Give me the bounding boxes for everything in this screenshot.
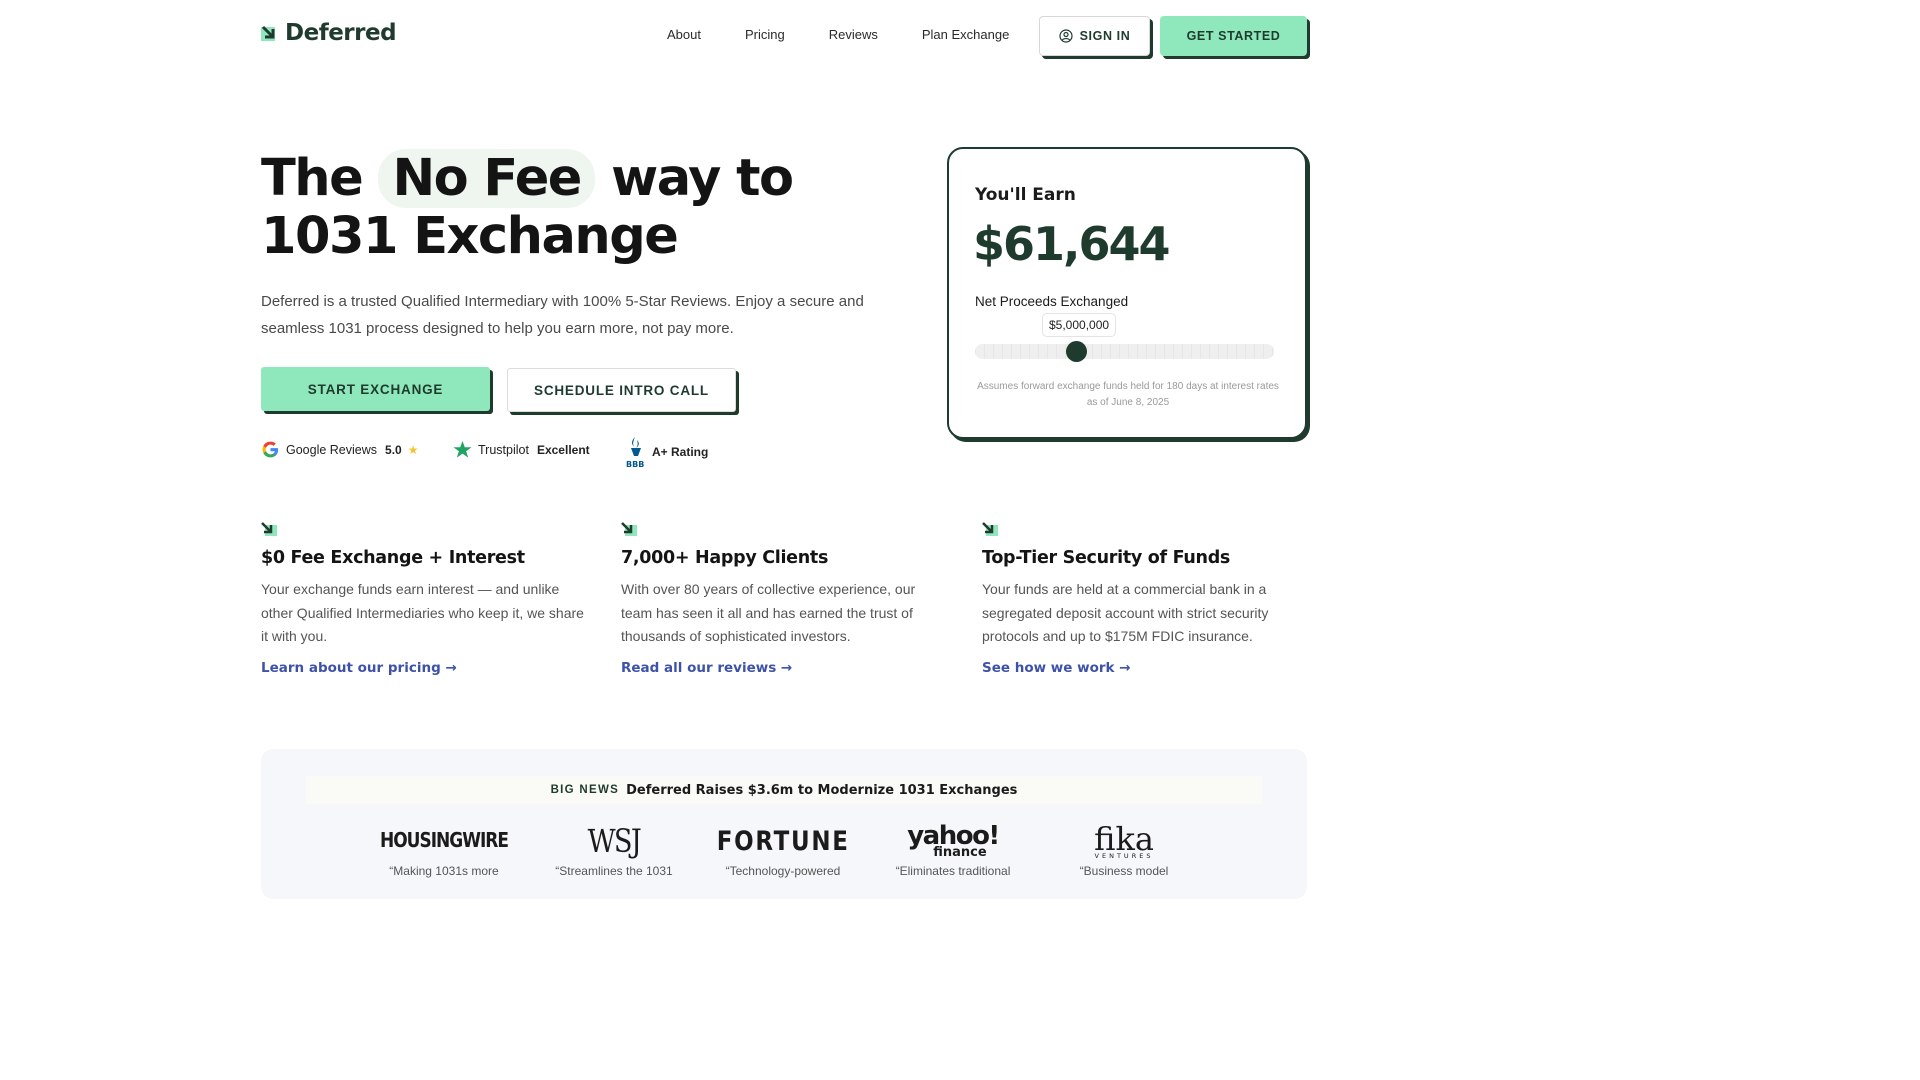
press-quote: “Business model [1079,864,1169,878]
svg-text:BBB: BBB [626,460,644,468]
hero-title-post: way to [611,149,794,208]
press-section: BIG NEWS Deferred Raises $3.6m to Modern… [261,749,1307,899]
google-score: 5.0 [385,442,402,457]
bbb-label: A+ Rating [652,445,709,459]
arrow-down-right-icon [982,522,998,536]
start-exchange-button[interactable]: START EXCHANGE [261,367,490,411]
sign-in-button[interactable]: SIGN IN [1039,16,1150,56]
calculator-disclaimer: Assumes forward exchange funds held for … [977,381,1279,408]
deferred-logo[interactable]: Deferred [261,20,397,46]
arrow-down-right-icon [261,522,277,536]
feature-text: Your exchange funds earn interest — and … [261,581,584,644]
reviews-link[interactable]: Read all our reviews → [621,660,792,676]
net-proceeds-label: Net Proceeds Exchanged [975,294,1129,309]
start-exchange-label: START EXCHANGE [307,381,444,397]
press-housingwire[interactable]: HOUSINGWIRE “Making 1031s more [369,821,519,878]
news-tag: BIG NEWS [550,784,620,796]
bbb-torch-icon: BBB [626,437,644,468]
hero-title-highlight: No Fee [378,149,595,208]
net-proceeds-slider[interactable] [975,341,1274,362]
news-banner[interactable]: BIG NEWS Deferred Raises $3.6m to Modern… [306,776,1262,804]
trustpilot-rating[interactable]: Trustpilot Excellent [453,440,590,459]
hero-title-line2: 1031 Exchange [261,207,679,266]
pricing-link[interactable]: Learn about our pricing → [261,660,457,676]
news-headline: Deferred Raises $3.6m to Modernize 1031 … [626,782,1018,798]
hero-description: Deferred is a trusted Qualified Intermed… [261,293,864,337]
hero-title: The No Fee way to 1031 Exchange [261,149,794,266]
user-circle-icon [1059,29,1073,43]
google-reviews-label: Google Reviews [286,442,378,457]
get-started-label: GET STARTED [1186,29,1281,43]
press-wsj[interactable]: WSJ “Streamlines the 1031 [539,821,689,878]
yahoo-finance-logo: yahoo! finance [907,821,1000,860]
google-icon [262,441,279,458]
feature-text: Your funds are held at a commercial bank… [982,581,1269,644]
nav-about-link[interactable]: About [667,27,701,42]
feature-text: With over 80 years of collective experie… [621,581,916,644]
trustpilot-star-icon [453,440,472,458]
sign-in-label: SIGN IN [1079,29,1131,43]
earnings-amount: $61,644 [973,217,1171,271]
google-rating[interactable]: Google Reviews 5.0 ★ [261,440,418,459]
bbb-rating[interactable]: BBB A+ Rating [626,436,708,468]
press-fortune[interactable]: FORTUNE “Technology-powered [708,821,858,879]
arrow-down-right-icon [621,522,637,536]
hero-title-line1: The No Fee way to [261,149,794,208]
press-fika-ventures[interactable]: fika VENTURES “Business model [1049,821,1199,878]
feature-fee: $0 Fee Exchange + Interest Your exchange… [261,522,591,649]
feature-clients: 7,000+ Happy Clients With over 80 years … [621,522,951,649]
feature-title: Top-Tier Security of Funds [982,548,1231,568]
nav-reviews-link[interactable]: Reviews [829,27,878,42]
wsj-logo: WSJ [587,822,642,860]
hero-title-pre: The [261,149,364,208]
logo-text: Deferred [285,20,397,46]
press-quote: “Streamlines the 1031 [555,864,673,878]
earnings-calculator-card: You'll Earn $61,644 Net Proceeds Exchang… [947,147,1307,439]
housingwire-logo: HOUSINGWIRE [379,829,509,853]
star-icon: ★ [407,442,419,457]
how-we-work-link[interactable]: See how we work → [982,660,1131,676]
schedule-intro-call-label: SCHEDULE INTRO CALL [534,382,709,398]
press-yahoo-finance[interactable]: yahoo! finance “Eliminates traditional [878,821,1028,878]
trustpilot-score: Excellent [536,442,590,457]
earnings-label: You'll Earn [975,185,1076,205]
schedule-intro-call-button[interactable]: SCHEDULE INTRO CALL [507,368,736,412]
slider-value-tooltip: $5,000,000 [1042,313,1117,337]
fika-ventures-logo: fika VENTURES [1094,819,1154,860]
feature-title: $0 Fee Exchange + Interest [261,548,525,568]
nav-pricing-link[interactable]: Pricing [745,27,785,42]
nav-plan-exchange-link[interactable]: Plan Exchange [922,27,1009,42]
press-quote: “Making 1031s more [389,864,499,878]
trustpilot-label: Trustpilot [478,442,529,457]
top-navigation: Deferred About Pricing Reviews Plan Exch… [0,0,1568,72]
nav-links: About Pricing Reviews Plan Exchange [667,27,1053,42]
logo-arrow-icon [261,25,275,41]
feature-security: Top-Tier Security of Funds Your funds ar… [982,522,1312,649]
get-started-button[interactable]: GET STARTED [1160,16,1307,56]
feature-title: 7,000+ Happy Clients [621,548,829,568]
slider-thumb[interactable] [1066,341,1087,362]
press-quote: “Eliminates traditional [895,864,1011,878]
slider-fill [975,344,1274,359]
fortune-logo: FORTUNE [716,825,850,857]
press-quote: “Technology-powered [725,864,841,878]
